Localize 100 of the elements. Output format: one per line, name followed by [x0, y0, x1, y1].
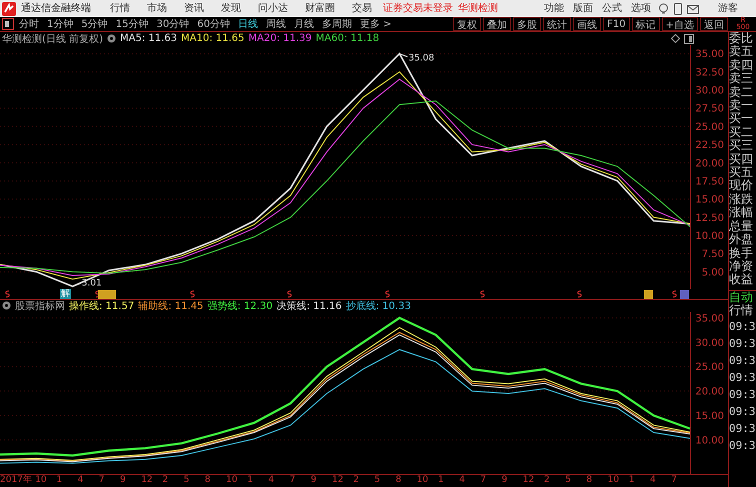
date-label: 5	[565, 475, 571, 486]
quote-label: 买五	[729, 166, 754, 180]
date-label: 7	[480, 475, 486, 486]
settings-icon[interactable]	[2, 301, 11, 310]
date-label: 1	[56, 475, 62, 486]
trade-time: 09:3	[729, 438, 756, 454]
quote-label: 现价	[729, 179, 754, 193]
menu-item[interactable]: 公式	[602, 1, 622, 16]
axis-label: 25.00	[695, 122, 724, 133]
axis-label: 15.00	[695, 410, 724, 422]
period-tab[interactable]: 日线	[234, 17, 261, 31]
bulb-icon[interactable]	[658, 2, 669, 14]
mode-label[interactable]: 自动	[729, 290, 756, 304]
period-tab[interactable]: 更多 >	[356, 17, 395, 31]
period-tab[interactable]: 60分钟	[194, 17, 233, 31]
event-marker-icon[interactable]	[287, 290, 292, 298]
menu-item[interactable]: 资讯	[184, 1, 204, 16]
quote-label: 涨跌	[729, 192, 754, 206]
event-tag[interactable]: 解	[60, 288, 71, 299]
menu-item[interactable]: 选项	[631, 1, 651, 16]
toolbar-button[interactable]: 多股	[513, 17, 542, 31]
date-label: 5	[374, 475, 380, 486]
diamond-icon[interactable]	[671, 34, 680, 43]
date-label: 4	[78, 475, 84, 486]
legend-value: 强势线: 12.30	[207, 300, 273, 313]
event-tag-icon[interactable]	[680, 290, 689, 299]
date-label: 10	[226, 475, 238, 486]
period-tab[interactable]: 30分钟	[153, 17, 192, 31]
period-tab[interactable]: 15分钟	[112, 17, 152, 31]
event-tag-icon[interactable]	[644, 290, 653, 299]
trade-time: 09:3	[729, 420, 756, 437]
date-label: 5	[184, 475, 190, 486]
date-label: 8	[204, 475, 211, 486]
quote-label: 卖三	[729, 72, 754, 86]
menu-item[interactable]: 交易	[352, 1, 372, 16]
mail-icon[interactable]	[687, 4, 699, 14]
menu-item[interactable]: 财富圈	[305, 1, 335, 16]
toolbar-button[interactable]: 返回	[700, 17, 728, 31]
date-label: 7	[98, 475, 105, 486]
quote-label: 买二	[729, 126, 754, 140]
menu-item[interactable]: 问小达	[258, 1, 288, 16]
menu-item[interactable]: 版面	[573, 1, 593, 16]
date-label: 10	[608, 475, 620, 486]
menu-item[interactable]: 发现	[221, 1, 241, 16]
axis-label: 20.00	[695, 158, 724, 170]
date-label: 2	[544, 475, 550, 486]
toolbar-button[interactable]: 叠加	[483, 17, 512, 31]
menu-item[interactable]: 市场	[147, 1, 167, 16]
period-tab[interactable]: 周线	[262, 17, 289, 31]
event-marker-icon[interactable]	[95, 290, 100, 298]
date-label: 7	[671, 475, 677, 486]
period-tab[interactable]: 多周期	[318, 17, 355, 31]
menu-item[interactable]: 行情	[110, 1, 130, 16]
date-label: 9	[310, 475, 317, 486]
login-status[interactable]: 证券交易未登录	[383, 1, 453, 16]
period-tab[interactable]: 5分钟	[78, 17, 111, 31]
panel-label: 行情	[729, 304, 754, 318]
axis-label: 30.00	[695, 338, 724, 349]
period-tab[interactable]: 分时	[16, 17, 42, 31]
event-marker-icon[interactable]	[672, 290, 677, 298]
window-icon[interactable]	[684, 34, 694, 44]
user-label[interactable]: 游客	[718, 1, 738, 16]
quote-label: 委比	[729, 32, 754, 45]
date-label: 12	[522, 475, 534, 486]
toolbar-button[interactable]: 统计	[543, 17, 572, 31]
toolbar-button[interactable]: F10	[603, 17, 630, 31]
period-tab[interactable]: 1分钟	[44, 17, 76, 31]
quote-label: 买三	[729, 139, 754, 153]
date-label: 1	[247, 475, 253, 486]
settings-icon[interactable]	[106, 34, 116, 43]
toolbar-button[interactable]: +自选	[662, 17, 698, 31]
event-marker-icon[interactable]	[480, 290, 485, 298]
toolbar-button[interactable]: 复权	[453, 17, 482, 31]
phone-icon[interactable]	[674, 2, 682, 14]
toolbar-button[interactable]: 标记	[632, 17, 660, 31]
legend-value: MA5: 11.63	[120, 33, 177, 44]
quote-label: 卖一	[729, 99, 754, 112]
trade-time: 09:3	[729, 352, 756, 369]
event-marker-icon[interactable]	[385, 290, 390, 298]
date-label: 8	[586, 475, 592, 486]
axis-label: 35.00	[695, 49, 724, 60]
event-tag-icon[interactable]	[98, 290, 116, 299]
axis-label: 22.50	[695, 140, 724, 152]
event-marker-icon[interactable]	[5, 290, 10, 298]
date-label: 2	[353, 475, 359, 486]
period-tab[interactable]: 月线	[290, 17, 317, 31]
date-label: 7	[290, 475, 296, 486]
axis-label: 27.50	[695, 104, 724, 115]
axis-label: 32.50	[695, 67, 724, 78]
menu-item[interactable]: 功能	[544, 1, 564, 16]
axis-label: 25.00	[695, 362, 724, 373]
event-marker-icon[interactable]	[190, 290, 195, 298]
legend-value: 决策线: 11.16	[276, 300, 342, 313]
legend-value: 辅助线: 11.45	[138, 300, 204, 313]
panel-toggle-icon[interactable]	[2, 18, 14, 30]
axis-label: 35.00	[695, 313, 724, 324]
toolbar-button[interactable]: 画线	[573, 17, 602, 31]
axis-label: 30.00	[695, 86, 724, 97]
event-marker-icon[interactable]	[577, 290, 582, 298]
axis-label: 5.00	[702, 267, 724, 278]
